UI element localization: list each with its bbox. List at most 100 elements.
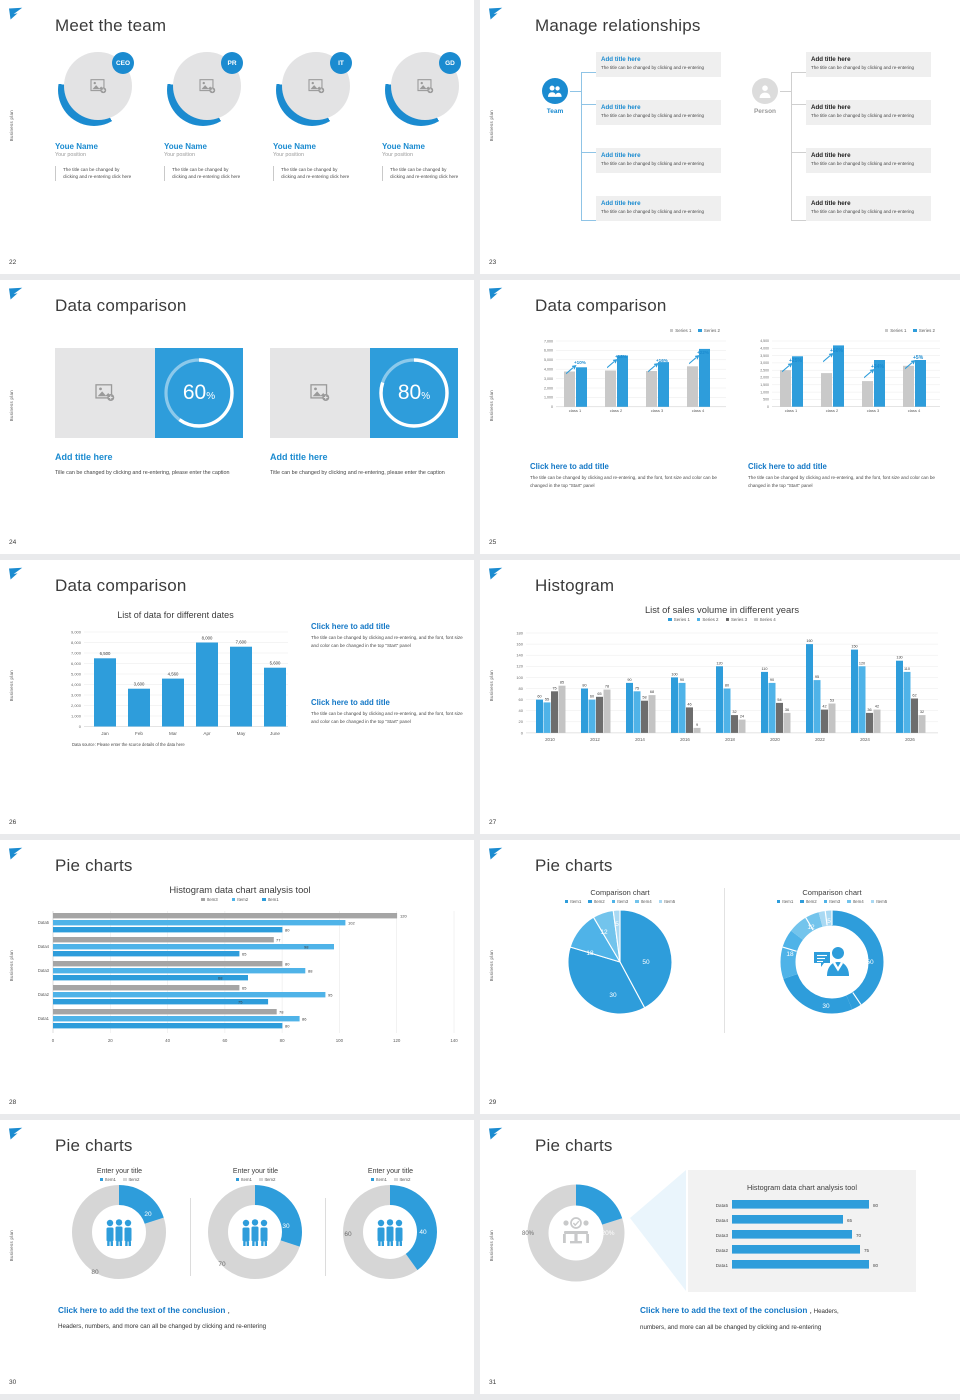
x-tick: Jan: [101, 731, 109, 736]
bar-chart-left: Series 1 Series 2 7,000 6,000 5,000 4,000 3…: [530, 326, 730, 418]
svg-text:62: 62: [912, 694, 916, 698]
card-body: The title can be changed by clicking and…: [811, 65, 915, 70]
y-tick: Data2: [716, 1248, 729, 1253]
member-name: Youe Name: [273, 142, 316, 151]
caption-title[interactable]: Add title here: [270, 452, 328, 462]
svg-text:140: 140: [516, 653, 523, 658]
svg-text:1,000: 1,000: [760, 390, 769, 394]
conclusion-heading[interactable]: Click here to add the text of the conclu…: [58, 1300, 458, 1318]
svg-text:60: 60: [344, 1231, 352, 1238]
svg-text:6,000: 6,000: [544, 349, 553, 353]
chart-title: Enter your title: [96, 1168, 143, 1175]
svg-text:7,000: 7,000: [544, 339, 553, 343]
page-title: Data comparison: [55, 296, 187, 315]
add-image-icon[interactable]: [89, 78, 107, 94]
comparison-card[interactable]: 80%: [270, 348, 458, 438]
conclusion-heading[interactable]: Click here to add the text of the conclu…: [640, 1300, 940, 1318]
page-number: 23: [489, 259, 497, 266]
avatar[interactable]: IT: [276, 52, 352, 126]
svg-text:9,000: 9,000: [71, 629, 82, 634]
avatar[interactable]: PR: [167, 52, 243, 126]
add-image-icon[interactable]: [310, 384, 330, 402]
panel-title: Histogram data chart analysis tool: [747, 1183, 857, 1192]
image-placeholder[interactable]: [270, 348, 370, 438]
relationship-card[interactable]: Add title here The title can be changed …: [596, 100, 721, 125]
connector-line: [791, 152, 806, 153]
caption-title[interactable]: Click here to add title: [530, 462, 720, 471]
feather-logo-icon: [9, 567, 23, 580]
card-body: The title can be changed by clicking and…: [601, 113, 705, 118]
relationship-card[interactable]: Add title here The title can be changed …: [806, 100, 931, 125]
connector-line: [581, 72, 582, 220]
page-title: Pie charts: [55, 1136, 133, 1155]
x-tick: 60: [222, 1038, 227, 1043]
add-image-icon[interactable]: [198, 78, 216, 94]
relationship-card[interactable]: Add title here The title can be changed …: [806, 196, 931, 221]
avatar[interactable]: GD: [385, 52, 461, 126]
add-image-icon[interactable]: [95, 384, 115, 402]
relationship-card[interactable]: Add title here The title can be changed …: [806, 148, 931, 173]
caption-title[interactable]: Click here to add title: [748, 462, 943, 471]
svg-text:120: 120: [716, 661, 722, 665]
avatar[interactable]: CEO: [58, 52, 134, 126]
svg-text:4,500: 4,500: [760, 339, 769, 343]
caption-left: Click here to add title The title can be…: [530, 462, 720, 490]
donut-chart-a: Enter your title Item1 Item2 20 80: [52, 1168, 187, 1289]
x-tick: June: [270, 731, 280, 736]
svg-text:5,000: 5,000: [71, 671, 82, 676]
svg-text:6,000: 6,000: [71, 661, 82, 666]
person-node[interactable]: [752, 78, 778, 104]
card-body: The title can be changed by clicking and…: [811, 209, 915, 214]
team-node[interactable]: [542, 78, 568, 104]
annotation: +10%: [574, 360, 586, 365]
team-member[interactable]: IT Youe Name Your position The title can…: [273, 52, 359, 181]
bar-data1: [732, 1260, 869, 1269]
x-tick: 100: [336, 1038, 344, 1043]
comparison-card[interactable]: 60%: [55, 348, 243, 438]
add-image-icon[interactable]: [307, 78, 325, 94]
svg-text:65: 65: [242, 952, 247, 957]
caption-title[interactable]: Add title here: [55, 452, 113, 462]
image-placeholder[interactable]: [55, 348, 155, 438]
donut-label-80: 80%: [522, 1231, 535, 1237]
svg-text:40: 40: [419, 1229, 427, 1236]
team-member[interactable]: GD Youe Name Your position The title can…: [382, 52, 468, 181]
feather-logo-icon: [489, 847, 503, 860]
relationship-card[interactable]: Add title here The title can be changed …: [806, 52, 931, 77]
chart-title: Enter your title: [367, 1168, 414, 1175]
svg-text:65: 65: [597, 692, 601, 696]
svg-text:58: 58: [642, 696, 646, 700]
svg-text:75: 75: [552, 686, 556, 690]
svg-text:1,500: 1,500: [760, 383, 769, 387]
svg-text:50: 50: [866, 959, 874, 966]
y-tick: Data1: [38, 1016, 50, 1021]
caption-right: Click here to add title The title can be…: [748, 462, 943, 490]
team-member[interactable]: PR Youe Name Your position The title can…: [164, 52, 250, 181]
chart-canvas: 180160140 12010080 6040200 60557585 8060…: [516, 630, 938, 742]
svg-text:80: 80: [91, 1269, 99, 1276]
svg-text:500: 500: [763, 398, 769, 402]
y-tick: Data5: [716, 1203, 729, 1208]
y-tick: Data5: [38, 920, 50, 925]
caption-title[interactable]: Click here to add title: [311, 622, 463, 631]
member-name: Youe Name: [55, 142, 98, 151]
bar-chart-dates: List of data for different dates 9,000 8,…: [58, 610, 293, 754]
add-image-icon[interactable]: [416, 78, 434, 94]
svg-text:80: 80: [519, 686, 524, 691]
caption-title[interactable]: Click here to add title: [311, 698, 463, 707]
relationship-card[interactable]: Add title here The title can be changed …: [596, 196, 721, 221]
role-badge: IT: [330, 52, 352, 74]
chart-title: List of data for different dates: [117, 610, 234, 620]
horizontal-bar-chart: Histogram data chart analysis tool Item3…: [20, 884, 460, 1055]
svg-text:40: 40: [519, 708, 524, 713]
svg-text:120: 120: [400, 914, 407, 919]
x-tick: 2014: [635, 737, 645, 742]
team-member[interactable]: CEO Youe Name Your position The title ca…: [55, 52, 141, 181]
page-title: Data comparison: [55, 576, 187, 595]
svg-text:30: 30: [822, 1003, 830, 1010]
x-tick: class 2: [610, 408, 623, 413]
side-label: Business plan: [9, 670, 14, 702]
single-person-icon: [759, 85, 771, 98]
relationship-card[interactable]: Add title here The title can be changed …: [596, 148, 721, 173]
relationship-card[interactable]: Add title here The title can be changed …: [596, 52, 721, 77]
